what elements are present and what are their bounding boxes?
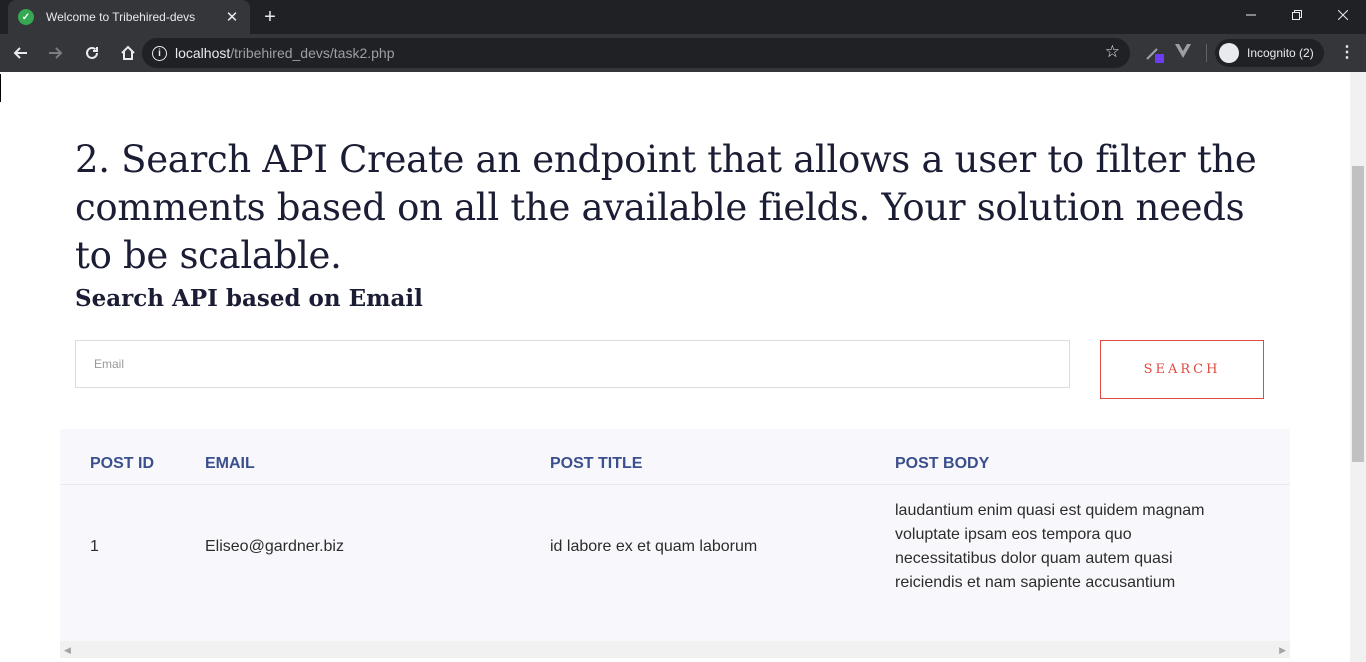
cell-email: Eliseo@gardner.biz: [205, 538, 344, 555]
browser-tab[interactable]: ✓ Welcome to Tribehired-devs ✕: [8, 0, 250, 34]
tab-title: Welcome to Tribehired-devs: [46, 10, 196, 24]
cell-post-body: laudantium enim quasi est quidem magnam …: [895, 502, 1205, 591]
scroll-left-arrow-icon[interactable]: ◀: [64, 645, 71, 656]
close-tab-icon[interactable]: ✕: [224, 8, 240, 26]
page-content: 2. Search API Create an endpoint that al…: [0, 72, 1350, 662]
reload-icon[interactable]: [76, 39, 108, 67]
more-menu-icon[interactable]: ⋮: [1337, 43, 1357, 63]
scroll-right-arrow-icon[interactable]: ▶: [1279, 645, 1286, 656]
toolbar-divider: [1206, 44, 1207, 62]
close-window-icon[interactable]: [1320, 0, 1366, 30]
page-vertical-scrollbar[interactable]: [1350, 72, 1366, 662]
new-tab-icon[interactable]: +: [259, 6, 281, 28]
column-header-post-body: POST BODY: [895, 455, 990, 472]
browser-toolbar: i localhost/tribehired_devs/task2.php ☆ …: [0, 34, 1366, 72]
header-divider: [60, 484, 1290, 485]
incognito-badge[interactable]: Incognito (2): [1215, 39, 1324, 67]
url-text: localhost/tribehired_devs/task2.php: [175, 45, 395, 61]
column-header-post-id: POST ID: [90, 455, 155, 472]
extension-vuetify-icon[interactable]: [1175, 43, 1191, 63]
forward-arrow-icon[interactable]: [40, 39, 72, 67]
incognito-icon: [1219, 43, 1239, 63]
section-title: Search API based on Email: [75, 285, 423, 312]
extension-pen-icon[interactable]: [1144, 43, 1166, 65]
address-bar[interactable]: i localhost/tribehired_devs/task2.php ☆: [142, 38, 1130, 68]
cell-post-id: 1: [90, 538, 99, 555]
incognito-label: Incognito (2): [1247, 46, 1314, 60]
cell-post-title: id labore ex et quam laborum: [550, 538, 758, 555]
back-arrow-icon[interactable]: [4, 39, 36, 67]
search-button[interactable]: SEARCH: [1100, 340, 1264, 399]
restore-icon[interactable]: [1274, 0, 1320, 30]
check-favicon-icon: ✓: [18, 9, 34, 25]
column-header-email: EMAIL: [205, 455, 255, 472]
email-search-input[interactable]: [75, 340, 1070, 388]
text-cursor: [0, 74, 1, 102]
tab-strip: ✓ Welcome to Tribehired-devs ✕ +: [0, 0, 1366, 34]
column-header-post-title: POST TITLE: [550, 455, 643, 472]
results-table: POST ID EMAIL POST TITLE POST BODY 1 Eli…: [60, 429, 1290, 641]
scrollbar-thumb[interactable]: [1352, 166, 1364, 462]
page-title: 2. Search API Create an endpoint that al…: [75, 138, 1257, 277]
minimize-icon[interactable]: [1228, 0, 1274, 30]
table-horizontal-scrollbar[interactable]: ◀ ▶: [60, 641, 1290, 658]
home-icon[interactable]: [112, 39, 144, 67]
bookmark-star-icon[interactable]: ☆: [1105, 42, 1120, 62]
window-controls: [1228, 0, 1366, 30]
info-icon[interactable]: i: [152, 45, 167, 61]
